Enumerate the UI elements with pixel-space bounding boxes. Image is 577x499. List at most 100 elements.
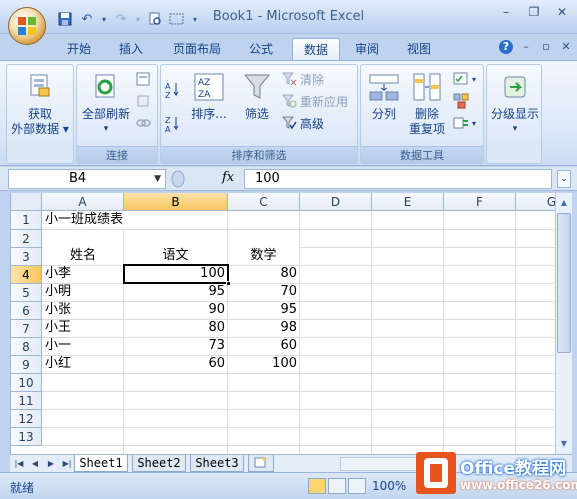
cell-b3-header-chinese[interactable]: 语文 [124,247,227,265]
tab-data[interactable]: 数据 [292,38,340,60]
cell-chinese[interactable]: 73 [124,337,227,355]
cell-math[interactable]: 100 [228,355,299,373]
row-header-1[interactable]: 1 [11,211,42,230]
clear-filter-button[interactable]: 清除 [281,69,324,89]
tab-insert[interactable]: 插入 [110,38,152,60]
refresh-all-button[interactable]: 全部刷新 ▾ [79,71,133,137]
row-header-8[interactable]: 8 [11,338,42,356]
sheet-tab-sheet2[interactable]: Sheet2 [132,455,186,472]
sheet-tab-sheet3[interactable]: Sheet3 [190,455,244,472]
close-workbook-icon[interactable]: ✕ [559,40,573,54]
expand-formula-bar-icon[interactable]: ⌄ [557,170,571,188]
reapply-button[interactable]: 重新应用 [281,91,348,111]
cell-name[interactable]: 小张 [43,301,73,319]
cell-math[interactable]: 95 [228,301,299,319]
outline-button[interactable]: 分级显示 ▾ [487,71,543,137]
prev-sheet-icon[interactable]: ◀ [28,457,42,471]
edit-links-button[interactable] [135,113,151,133]
column-header-d[interactable]: D [300,193,372,211]
name-box-dropdown-icon[interactable]: ▼ [154,170,161,188]
scroll-up-icon[interactable]: ▲ [557,195,571,211]
page-layout-view-icon[interactable] [328,478,346,494]
page-break-view-icon[interactable] [348,478,366,494]
column-header-g[interactable]: G [516,193,555,211]
row-header-10[interactable]: 10 [11,374,42,392]
office-button[interactable] [8,7,46,45]
cell-a1-title[interactable]: 小一班成绩表 [43,211,163,229]
sort-button[interactable]: AZ ZA 排序... [187,71,231,122]
vertical-scrollbar[interactable]: ▲ ▼ [555,193,572,454]
row-header-3[interactable]: 3 [11,248,42,266]
last-sheet-icon[interactable]: ▶| [60,457,74,471]
first-sheet-icon[interactable]: |◀ [12,457,26,471]
tab-page-layout[interactable]: 页面布局 [164,38,230,60]
group-data-tools: 分列 删除 重复项 ▾ ▾ 数据工具 [360,64,484,164]
connections-button[interactable] [135,69,151,89]
minimize-icon[interactable]: – [493,2,519,22]
column-header-f[interactable]: F [444,193,516,211]
row-header-2[interactable]: 2 [11,230,42,248]
row-header-4[interactable]: 4 [11,266,42,284]
text-to-columns-button[interactable]: 分列 [365,71,403,122]
cell-name[interactable]: 小红 [43,355,73,373]
tab-formulas[interactable]: 公式 [240,38,282,60]
properties-button[interactable] [135,91,151,111]
reapply-label: 重新应用 [300,94,349,109]
zoom-level[interactable]: 100% [372,479,406,493]
help-icon[interactable]: ? [499,40,513,54]
worksheet-grid[interactable]: A B C D E F G 1 2 3 4 5 6 7 8 9 10 11 12… [10,193,555,454]
restore-icon[interactable]: ❐ [521,2,547,22]
cell-chinese[interactable]: 80 [124,319,227,337]
normal-view-icon[interactable] [308,478,326,494]
tab-view[interactable]: 视图 [398,38,440,60]
cell-chinese[interactable]: 95 [124,283,227,301]
cell-chinese[interactable]: 90 [124,301,227,319]
next-sheet-icon[interactable]: ▶ [44,457,58,471]
advanced-filter-button[interactable]: 高级 [281,113,324,133]
fill-handle[interactable] [226,281,231,286]
cell-name[interactable]: 小王 [43,319,73,337]
cell-math[interactable]: 98 [228,319,299,337]
cell-chinese[interactable]: 60 [124,355,227,373]
cell-c3-header-math[interactable]: 数学 [228,247,299,265]
column-header-c[interactable]: C [228,193,300,211]
cell-math[interactable]: 70 [228,283,299,301]
minimize-workbook-icon[interactable]: – [519,40,533,54]
row-header-6[interactable]: 6 [11,302,42,320]
remove-duplicates-button[interactable]: 删除 重复项 [405,71,449,137]
data-validation-button[interactable]: ▾ [453,69,476,89]
active-cell-selection [123,264,231,286]
row-header-13[interactable]: 13 [11,428,42,446]
row-header-7[interactable]: 7 [11,320,42,338]
sort-descending-button[interactable]: ZA [165,113,181,134]
row-header-5[interactable]: 5 [11,284,42,302]
what-if-analysis-button[interactable]: ▾ [453,113,476,133]
column-header-e[interactable]: E [372,193,444,211]
cell-name[interactable]: 小明 [43,283,73,301]
column-header-a[interactable]: A [42,193,124,211]
sheet-tab-sheet1[interactable]: Sheet1 [74,455,128,472]
consolidate-button[interactable] [453,91,469,111]
close-icon[interactable]: ✕ [549,2,575,22]
cell-math[interactable]: 60 [228,337,299,355]
tab-review[interactable]: 审阅 [346,38,388,60]
select-all-corner[interactable] [11,193,42,211]
cell-name[interactable]: 小一 [43,337,73,355]
get-external-data-button[interactable]: 获取 外部数据 ▾ [9,71,71,137]
cell-math[interactable]: 80 [228,265,299,283]
sort-ascending-button[interactable]: AZ [165,79,181,100]
cell-a3-header-name[interactable]: 姓名 [43,247,123,265]
filter-button[interactable]: 筛选 [237,71,277,122]
row-header-11[interactable]: 11 [11,392,42,410]
vertical-scroll-thumb[interactable] [557,213,571,353]
tab-home[interactable]: 开始 [58,38,100,60]
row-header-9[interactable]: 9 [11,356,42,374]
insert-sheet-icon[interactable] [248,455,274,472]
insert-function-icon[interactable]: fx [222,170,234,185]
column-header-b[interactable]: B [124,193,228,211]
row-header-12[interactable]: 12 [11,410,42,428]
name-box[interactable]: B4 ▼ [8,169,166,189]
cell-name[interactable]: 小李 [43,265,73,283]
formula-input[interactable]: 100 [244,169,552,189]
restore-workbook-icon[interactable]: ▫ [539,40,553,54]
